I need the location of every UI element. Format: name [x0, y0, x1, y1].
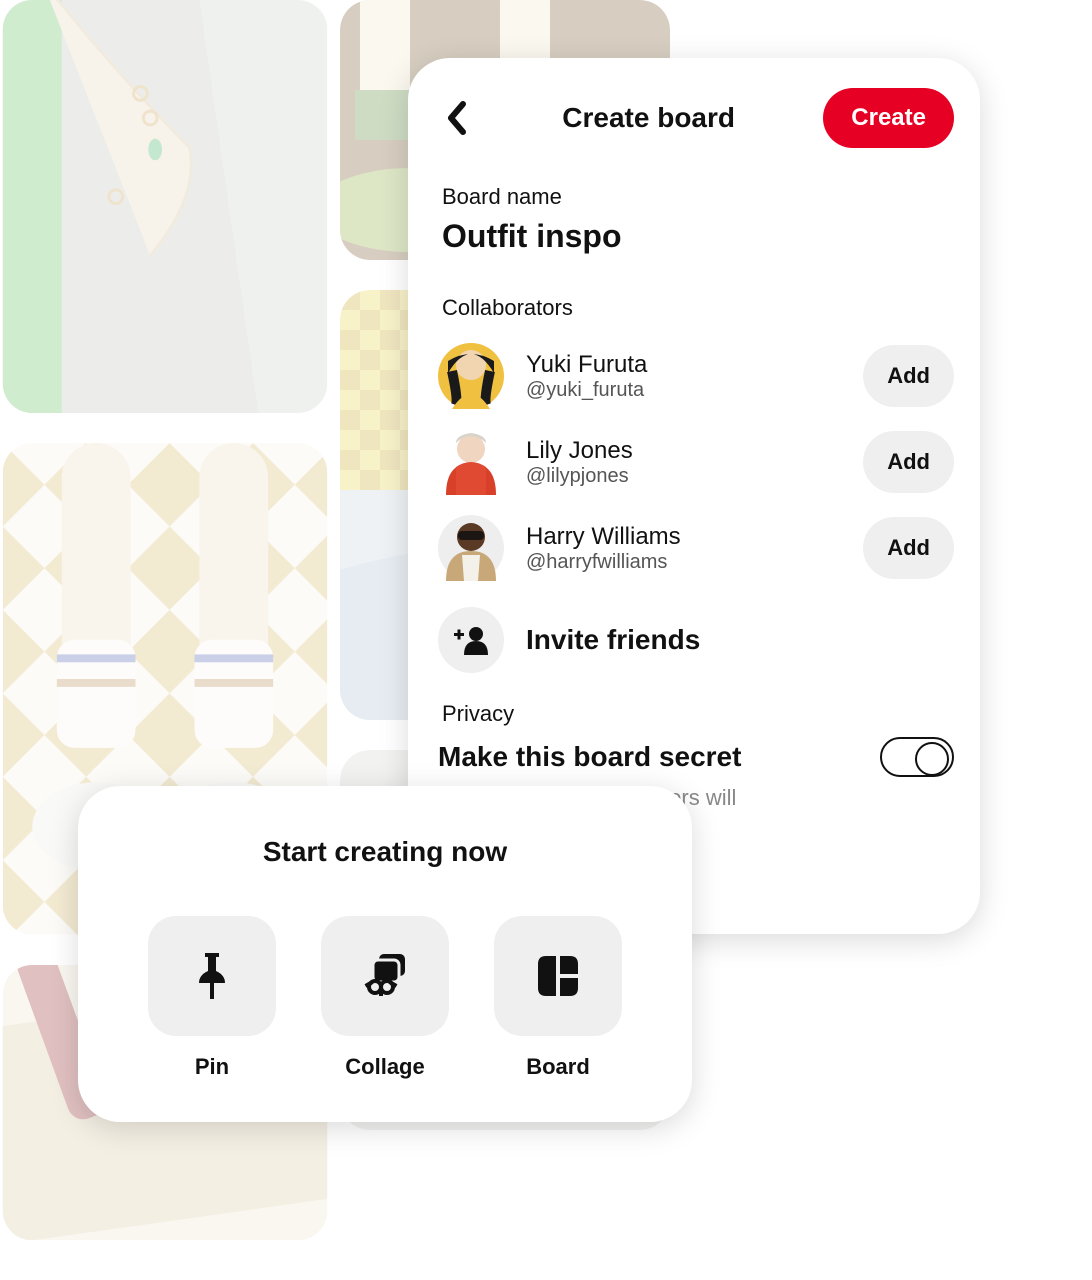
popup-item-label: Pin [195, 1054, 229, 1080]
collaborator-handle: @harryfwilliams [526, 551, 841, 574]
board-name-input[interactable]: Outfit inspo [442, 218, 954, 255]
collaborator-handle: @lilypjones [526, 465, 841, 488]
create-collage-option[interactable]: Collage [321, 916, 449, 1080]
invite-friends-icon [438, 607, 504, 673]
avatar [438, 429, 504, 495]
avatar [438, 515, 504, 581]
privacy-label: Privacy [442, 701, 954, 727]
board-name-label: Board name [442, 184, 954, 210]
popup-item-label: Collage [345, 1054, 424, 1080]
popup-item-label: Board [526, 1054, 590, 1080]
avatar [438, 343, 504, 409]
secret-board-toggle[interactable] [880, 737, 954, 777]
collaborator-name: Harry Williams [526, 523, 841, 551]
add-collaborator-button[interactable]: Add [863, 345, 954, 407]
collaborator-name: Yuki Furuta [526, 351, 841, 379]
collaborator-row: Lily Jones @lilypjones Add [438, 419, 954, 505]
add-collaborator-button[interactable]: Add [863, 431, 954, 493]
back-button[interactable] [438, 100, 474, 136]
add-collaborator-button[interactable]: Add [863, 517, 954, 579]
pin-icon [195, 953, 229, 999]
add-person-icon [454, 625, 488, 655]
board-icon [536, 954, 580, 998]
create-board-option[interactable]: Board [494, 916, 622, 1080]
collaborators-list: Yuki Furuta @yuki_furuta Add Lily Jones … [438, 333, 954, 701]
popup-title: Start creating now [148, 836, 622, 868]
invite-friends-label: Invite friends [526, 624, 700, 656]
panel-title: Create board [474, 102, 823, 134]
start-creating-popup: Start creating now Pin [78, 786, 692, 1122]
create-button[interactable]: Create [823, 88, 954, 148]
collaborator-handle: @yuki_furuta [526, 379, 841, 402]
invite-friends-row[interactable]: Invite friends [438, 591, 954, 701]
collaborator-name: Lily Jones [526, 437, 841, 465]
collaborator-row: Harry Williams @harryfwilliams Add [438, 505, 954, 591]
chevron-left-icon [445, 101, 467, 135]
create-pin-option[interactable]: Pin [148, 916, 276, 1080]
privacy-title: Make this board secret [438, 741, 741, 773]
collaborator-row: Yuki Furuta @yuki_furuta Add [438, 333, 954, 419]
collage-icon [361, 954, 409, 998]
collaborators-label: Collaborators [442, 295, 954, 321]
